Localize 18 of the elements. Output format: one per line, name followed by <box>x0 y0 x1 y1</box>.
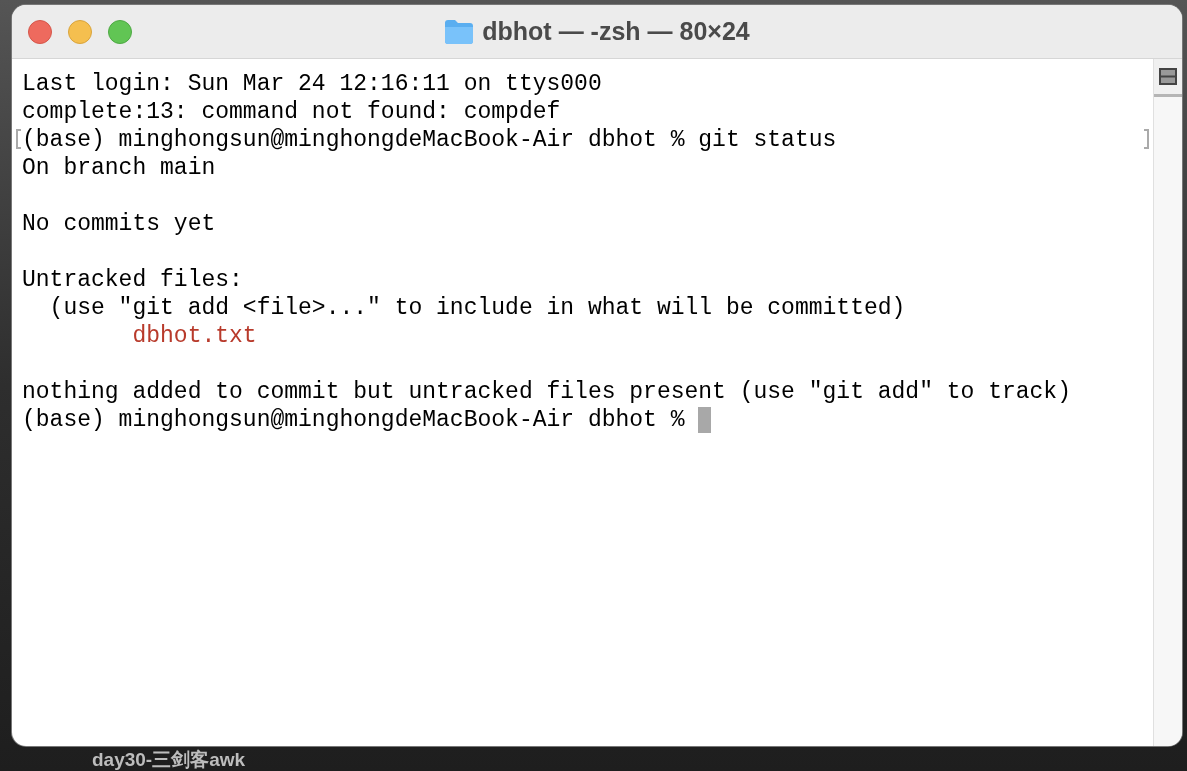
terminal-line: (use "git add <file>..." to include in what will be committed) <box>48 294 906 322</box>
window-title: dbhot — -zsh — 80×24 <box>482 15 750 47</box>
zoom-button[interactable] <box>108 19 132 44</box>
terminal-line: Untracked files: <box>22 266 243 294</box>
terminal-line: On branch main <box>22 154 216 182</box>
terminal-line: dbhot.txt <box>131 322 257 350</box>
close-button[interactable] <box>28 19 52 44</box>
terminal-line: complete:13: command not found: compdef <box>22 98 561 126</box>
terminal-line: No commits yet <box>22 210 216 238</box>
terminal-line: nothing added to commit but untracked files present (use "git add" to track) <box>22 378 1071 406</box>
minimize-button[interactable] <box>68 19 92 44</box>
terminal-line: (base) minghongsun@minghongdeMacBook-Air dbhot % git status <box>22 126 837 154</box>
split-view-icon <box>1159 68 1177 85</box>
desktop-label: day30-三剑客awk <box>92 749 246 770</box>
split-pane-button[interactable] <box>1154 59 1182 97</box>
terminal-line: Last login: Sun Mar 24 12:16:11 on ttys000 <box>22 70 602 98</box>
folder-icon <box>444 18 475 45</box>
terminal-line: (base) minghongsun@minghongdeMacBook-Air dbhot % <box>22 406 686 434</box>
